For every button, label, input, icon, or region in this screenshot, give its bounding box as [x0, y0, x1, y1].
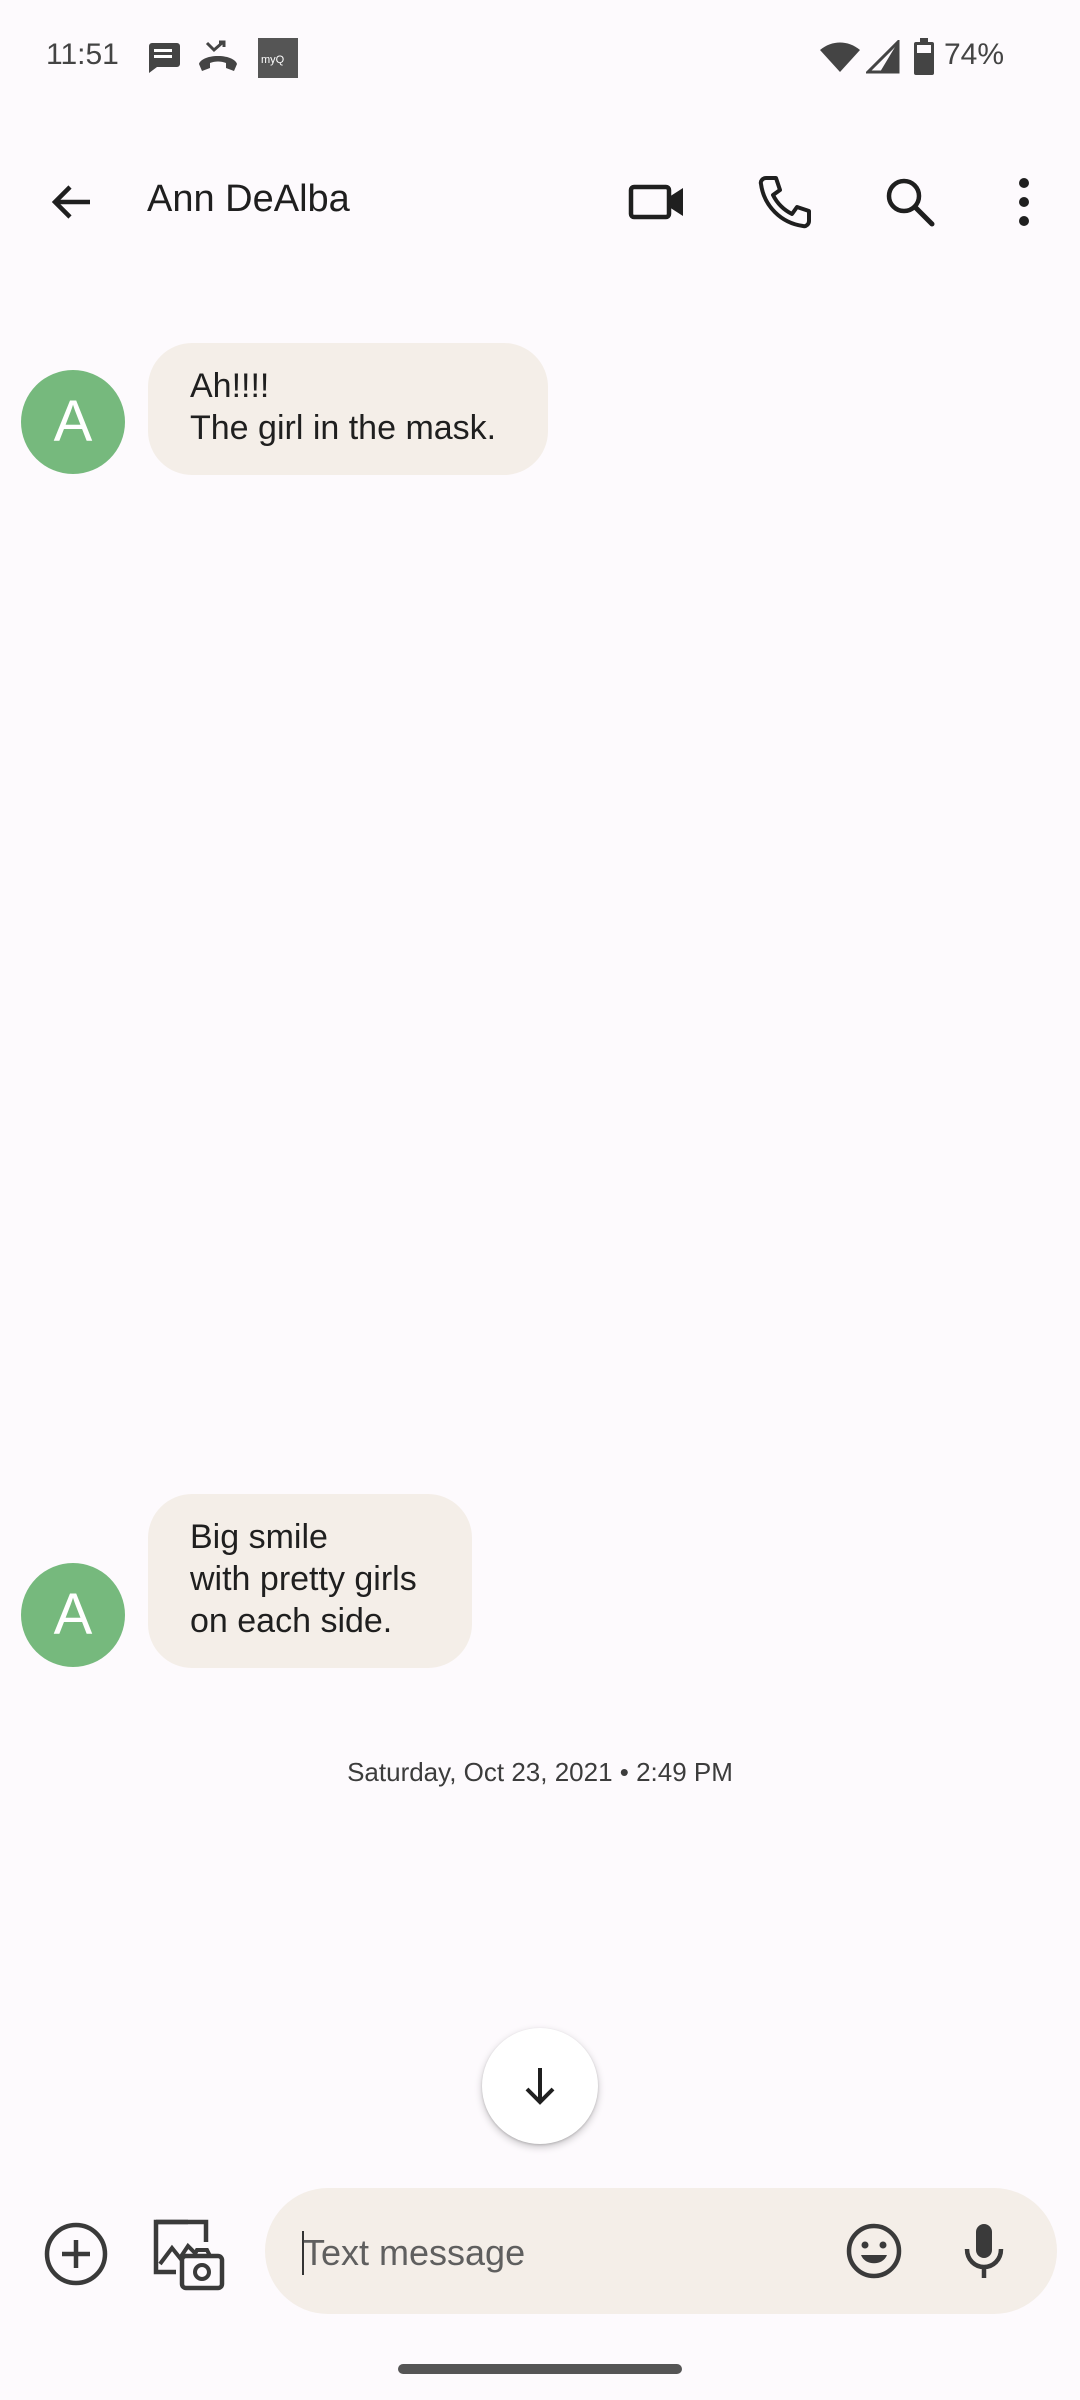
contact-name[interactable]: Ann DeAlba [147, 178, 350, 221]
myq-icon: myQ [258, 38, 298, 83]
battery-icon [913, 38, 935, 81]
search-button[interactable] [878, 170, 942, 234]
search-icon [886, 178, 935, 227]
scroll-to-bottom-button[interactable] [482, 2028, 598, 2144]
voice-input-button[interactable] [953, 2220, 1015, 2282]
add-attachment-button[interactable] [40, 2218, 112, 2290]
back-button[interactable] [40, 170, 104, 234]
battery-percentage: 74% [943, 38, 1004, 71]
status-time: 11:51 [46, 38, 119, 71]
mic-icon [964, 2224, 1004, 2278]
status-bar: 11:51 myQ 74% [0, 0, 1080, 120]
gallery-camera-icon [153, 2219, 225, 2291]
phone-icon [758, 176, 811, 229]
myq-label: myQ [261, 54, 285, 66]
wifi-icon [820, 42, 860, 77]
message-bubble[interactable]: Ah!!!! The girl in the mask. [148, 343, 548, 475]
add-circle-icon [44, 2222, 108, 2286]
video-call-icon [628, 184, 683, 220]
message-input-field[interactable]: Text message [265, 2188, 1057, 2314]
messages-screen: 11:51 myQ 74% Ann DeAlba A Ah!!!! The gi… [0, 0, 1080, 2400]
message-line: The girl in the mask. [190, 409, 497, 447]
message-bubble[interactable]: Big smile with pretty girls on each side… [148, 1494, 472, 1668]
message-icon [145, 40, 181, 79]
phone-call-button[interactable] [753, 170, 817, 234]
more-vert-icon [1019, 178, 1029, 226]
gallery-camera-button[interactable] [150, 2216, 226, 2292]
message-line: Big smile [190, 1518, 328, 1556]
arrow-down-icon [525, 2068, 555, 2105]
video-call-button[interactable] [626, 170, 690, 234]
cellular-signal-icon [864, 38, 900, 79]
message-input-placeholder[interactable]: Text message [303, 2232, 525, 2274]
arrow-back-icon [51, 185, 90, 219]
contact-avatar[interactable]: A [21, 1563, 125, 1667]
message-line: Ah!!!! [190, 367, 270, 405]
more-options-button[interactable] [992, 170, 1056, 234]
emoji-icon [846, 2223, 902, 2279]
home-gesture-bar[interactable] [398, 2364, 682, 2374]
missed-call-icon [197, 40, 239, 79]
message-line: on each side. [190, 1602, 393, 1640]
message-timestamp: Saturday, Oct 23, 2021 • 2:49 PM [347, 1757, 733, 1787]
emoji-button[interactable] [843, 2220, 905, 2282]
conversation-app-bar: Ann DeAlba [0, 140, 1080, 260]
message-line: with pretty girls [190, 1560, 417, 1598]
contact-avatar[interactable]: A [21, 370, 125, 474]
